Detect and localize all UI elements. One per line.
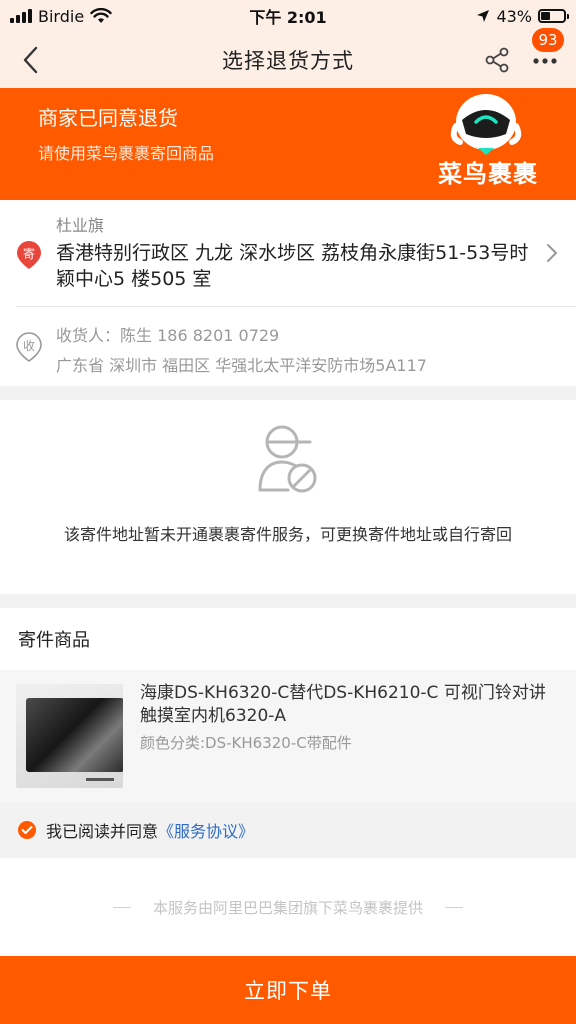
receiver-address: 广东省 深圳市 福田区 华强北太平洋安防市场5A117 bbox=[56, 356, 427, 375]
carrier-name: Birdie bbox=[38, 6, 85, 26]
goods-section: 寄件商品 海康DS-KH6320-C替代DS-KH6210-C 可视门铃对讲触摸… bbox=[0, 608, 576, 802]
agreement-text: 我已阅读并同意 bbox=[46, 822, 159, 841]
status-banner: 商家已同意退货 请使用菜鸟裹裹寄回商品 菜鸟裹裹 bbox=[0, 88, 576, 200]
more-dots-icon bbox=[533, 58, 557, 64]
service-agreement-link[interactable]: 《服务协议》 bbox=[158, 818, 254, 842]
notice-text: 该寄件地址暂未开通裹裹寄件服务，可更换寄件地址或自行寄回 bbox=[63, 525, 512, 544]
agreement-checkbox[interactable] bbox=[18, 821, 36, 839]
banner-title: 商家已同意退货 bbox=[38, 106, 178, 130]
sender-pin-icon: 寄 bbox=[17, 241, 41, 269]
sender-address[interactable]: 香港特别行政区 九龙 深水埗区 荔枝角永康街51-53号时颖中心5 楼505 室 bbox=[56, 240, 538, 292]
receiver-pin-label: 收 bbox=[23, 339, 35, 353]
user-unavailable-icon bbox=[258, 425, 317, 493]
agreement-row: 我已阅读并同意 《服务协议》 bbox=[0, 802, 576, 858]
cainiao-logo: 菜鸟裹裹 bbox=[438, 160, 538, 188]
sender-pin-label: 寄 bbox=[23, 246, 35, 261]
status-right: 43% bbox=[376, 6, 569, 26]
submit-order-button[interactable]: 立即下单 bbox=[0, 956, 576, 1024]
message-count-badge: 93 bbox=[532, 28, 564, 52]
status-bar: Birdie 下午 2:01 43% bbox=[0, 0, 576, 32]
check-icon bbox=[21, 826, 33, 834]
divider bbox=[445, 906, 463, 908]
chevron-left-icon bbox=[23, 46, 38, 74]
wifi-icon bbox=[90, 8, 112, 23]
divider bbox=[112, 906, 131, 908]
nav-bar: 选择退货方式 bbox=[0, 32, 576, 88]
banner-subtitle: 请使用菜鸟裹裹寄回商品 bbox=[38, 144, 215, 163]
receiver-pin-icon: 收 bbox=[16, 332, 42, 362]
share-button[interactable] bbox=[480, 44, 514, 76]
status-time: 下午 2:01 bbox=[249, 8, 327, 27]
product-thumbnail bbox=[16, 684, 123, 788]
address-card: 杜业旗 寄 香港特别行政区 九龙 深水埗区 荔枝角永康街51-53号时颖中心5 … bbox=[0, 200, 576, 386]
goods-section-title: 寄件商品 bbox=[18, 630, 90, 651]
notice-card: 该寄件地址暂未开通裹裹寄件服务，可更换寄件地址或自行寄回 bbox=[0, 400, 576, 594]
footer-note: 本服务由阿里巴巴集团旗下菜鸟裹裹提供 bbox=[0, 858, 576, 956]
divider bbox=[16, 306, 576, 307]
share-icon bbox=[485, 47, 509, 73]
sender-name: 杜业旗 bbox=[56, 216, 105, 235]
back-button[interactable] bbox=[14, 44, 46, 76]
provider-note: 本服务由阿里巴巴集团旗下菜鸟裹裹提供 bbox=[152, 898, 423, 917]
receiver-name-phone: 收货人：陈生 186 8201 0729 bbox=[56, 326, 280, 345]
battery-percent: 43% bbox=[496, 6, 532, 26]
page-title: 选择退货方式 bbox=[222, 49, 354, 73]
goods-item[interactable]: 海康DS-KH6320-C替代DS-KH6210-C 可视门铃对讲触摸室内机63… bbox=[0, 670, 576, 802]
battery-icon bbox=[538, 9, 569, 23]
status-left: Birdie bbox=[10, 7, 200, 26]
chevron-right-icon[interactable] bbox=[543, 242, 561, 264]
signal-icon bbox=[10, 9, 32, 23]
product-name: 海康DS-KH6320-C替代DS-KH6210-C 可视门铃对讲触摸室内机63… bbox=[140, 683, 546, 726]
location-arrow-icon bbox=[477, 10, 490, 22]
product-spec: 颜色分类:DS-KH6320-C带配件 bbox=[140, 734, 352, 752]
cainiao-mascot-icon bbox=[450, 94, 522, 155]
